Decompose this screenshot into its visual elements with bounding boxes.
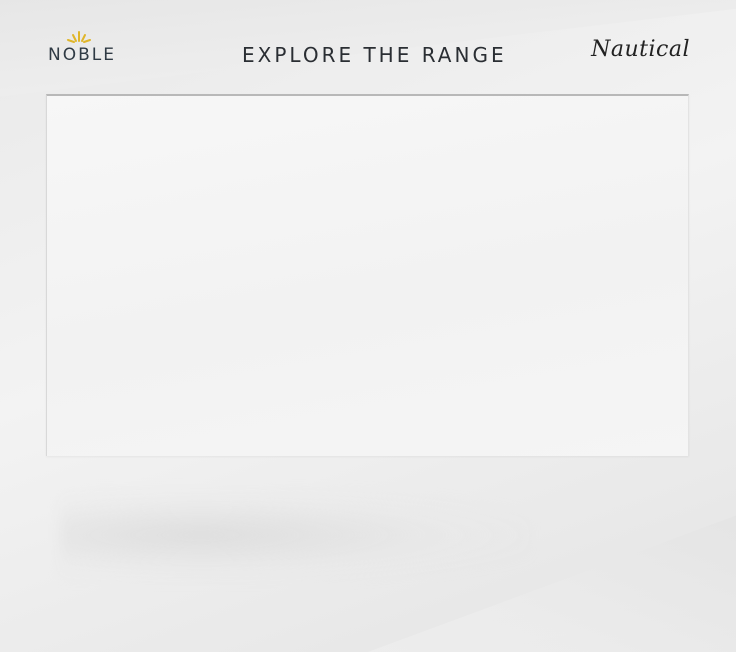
page-header: NOBLE EXPLORE THE RANGE Nautical <box>46 28 690 72</box>
content-panel <box>46 94 689 456</box>
collection-script-logo: Nautical <box>591 37 690 62</box>
background-blur <box>60 490 530 580</box>
page-title: EXPLORE THE RANGE <box>242 43 507 67</box>
noble-logo[interactable]: NOBLE <box>46 28 126 68</box>
logo-text: NOBLE <box>48 45 116 65</box>
